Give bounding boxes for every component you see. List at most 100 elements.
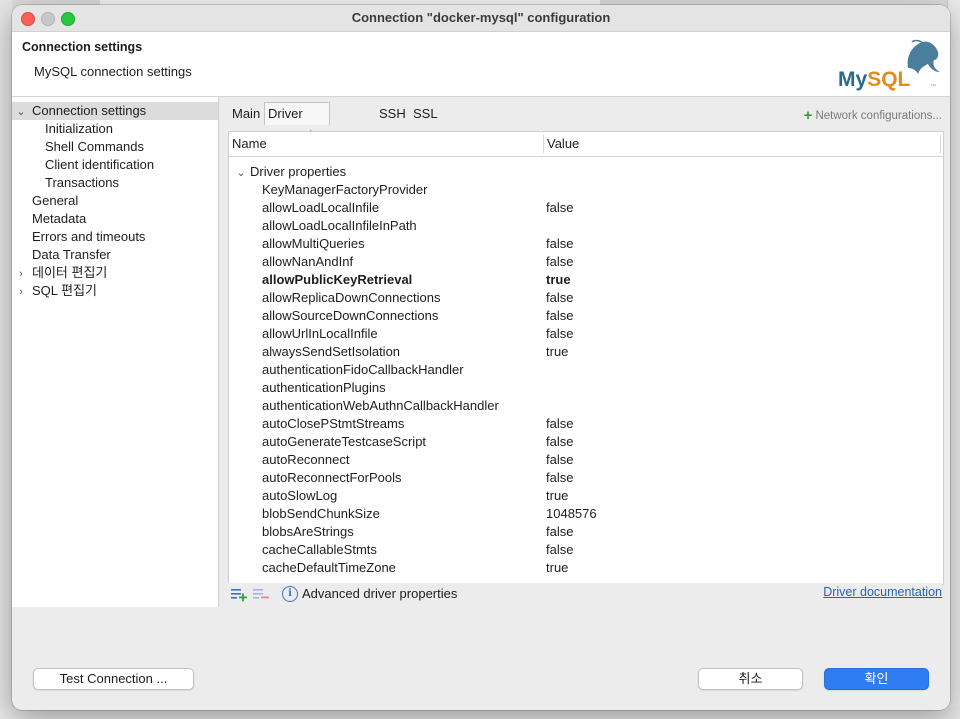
tab-ssh[interactable]: SSH <box>375 102 410 126</box>
table-row[interactable]: autoGenerateTestcaseScript false <box>229 433 943 451</box>
ok-button[interactable]: 확인 <box>824 668 929 690</box>
header-subtitle: MySQL connection settings <box>34 64 192 79</box>
property-value[interactable]: false <box>546 235 573 253</box>
driver-documentation-link[interactable]: Driver documentation <box>823 585 942 599</box>
chevron-down-icon[interactable]: ⌄ <box>15 103 27 121</box>
table-row[interactable]: autoSlowLog true <box>229 487 943 505</box>
table-row[interactable]: blobSendChunkSize 1048576 <box>229 505 943 523</box>
property-name: allowMultiQueries <box>262 236 365 251</box>
chevron-right-icon[interactable]: › <box>15 283 27 301</box>
property-value[interactable]: false <box>546 289 573 307</box>
connection-config-dialog: Connection "docker-mysql" configuration … <box>12 5 950 710</box>
column-divider[interactable] <box>543 135 544 153</box>
table-row[interactable]: authenticationPlugins <box>229 379 943 397</box>
chevron-right-icon[interactable]: › <box>15 265 27 283</box>
property-name: authenticationWebAuthnCallbackHandler <box>262 398 499 413</box>
group-label: Driver properties <box>250 164 347 179</box>
sidebar-item-sql-editor[interactable]: › SQL 편집기 <box>15 282 97 300</box>
mysql-logo-text: MySQL <box>838 68 911 91</box>
table-row[interactable]: allowLoadLocalInfileInPath <box>229 217 943 235</box>
test-connection-button[interactable]: Test Connection ... <box>33 668 194 690</box>
title-bar[interactable]: Connection "docker-mysql" configuration <box>12 5 950 32</box>
chevron-down-icon[interactable]: ⌄ <box>235 164 247 182</box>
group-row-driver-properties[interactable]: ⌄ Driver properties <box>229 163 943 181</box>
column-header-name[interactable]: Name <box>232 136 267 151</box>
property-value[interactable]: false <box>546 199 573 217</box>
background-app-left <box>0 0 12 719</box>
property-value[interactable]: false <box>546 307 573 325</box>
sidebar-item-data-editor[interactable]: › 데이터 편집기 <box>15 264 107 282</box>
sidebar-item-connection-settings[interactable]: ⌄ Connection settings <box>12 102 218 120</box>
column-divider[interactable] <box>940 135 941 153</box>
add-property-icon[interactable] <box>230 586 248 602</box>
table-row[interactable]: allowNanAndInf false <box>229 253 943 271</box>
remove-property-icon[interactable] <box>252 586 270 602</box>
property-value[interactable]: false <box>546 541 573 559</box>
table-row[interactable]: allowSourceDownConnections false <box>229 307 943 325</box>
mysql-logo-tm: ™ <box>930 83 936 90</box>
sidebar-item-client-identification[interactable]: Client identification <box>45 156 154 174</box>
property-name: cacheCallableStmts <box>262 542 377 557</box>
group-row-content: ⌄ Driver properties <box>235 163 346 181</box>
property-value[interactable]: true <box>546 487 568 505</box>
table-row[interactable]: KeyManagerFactoryProvider <box>229 181 943 199</box>
table-row[interactable]: authenticationFidoCallbackHandler <box>229 361 943 379</box>
settings-sidebar: ⌄ Connection settings Initialization Shel… <box>12 97 219 607</box>
dialog-title: Connection "docker-mysql" configuration <box>351 10 611 25</box>
table-row[interactable]: allowMultiQueries false <box>229 235 943 253</box>
property-value[interactable]: false <box>546 415 573 433</box>
network-configurations-link[interactable]: + Network configurations... <box>804 107 942 124</box>
property-value[interactable]: true <box>546 559 568 575</box>
property-value[interactable]: false <box>546 469 573 487</box>
property-name: allowUrlInLocalInfile <box>262 326 378 341</box>
sidebar-item-label: Connection settings <box>32 103 147 118</box>
cancel-button[interactable]: 취소 <box>698 668 803 690</box>
property-value[interactable]: 1048576 <box>546 505 597 523</box>
property-value[interactable]: false <box>546 433 573 451</box>
property-value[interactable]: false <box>546 451 573 469</box>
table-body: ⌄ Driver properties KeyManagerFactoryProv… <box>229 157 943 575</box>
table-row[interactable]: alwaysSendSetIsolation true <box>229 343 943 361</box>
table-row[interactable]: cacheDefaultTimeZone true <box>229 559 943 575</box>
sidebar-item-shell-commands[interactable]: Shell Commands <box>45 138 144 156</box>
sidebar-item-transactions[interactable]: Transactions <box>45 174 119 192</box>
property-name: autoReconnectForPools <box>262 470 402 485</box>
property-name: autoReconnect <box>262 452 350 467</box>
table-row[interactable]: allowUrlInLocalInfile false <box>229 325 943 343</box>
driver-properties-table: Name Value ⌄ Driver properties KeyManager… <box>228 131 944 585</box>
tab-driver-properties[interactable]: Driver properties <box>264 102 330 143</box>
sidebar-item-errors-timeouts[interactable]: Errors and timeouts <box>32 228 145 246</box>
table-row[interactable]: authenticationWebAuthnCallbackHandler <box>229 397 943 415</box>
table-row[interactable]: cacheCallableStmts false <box>229 541 943 559</box>
table-row[interactable]: allowPublicKeyRetrieval true <box>229 271 943 289</box>
property-value[interactable]: true <box>546 343 568 361</box>
advanced-driver-properties-label: Advanced driver properties <box>302 586 458 601</box>
property-name: blobSendChunkSize <box>262 506 380 521</box>
property-value[interactable]: false <box>546 325 573 343</box>
sidebar-item-data-transfer[interactable]: Data Transfer <box>32 246 111 264</box>
table-row[interactable]: allowLoadLocalInfile false <box>229 199 943 217</box>
table-row[interactable]: allowReplicaDownConnections false <box>229 289 943 307</box>
table-row[interactable]: blobsAreStrings false <box>229 523 943 541</box>
property-value[interactable]: false <box>546 523 573 541</box>
property-value[interactable]: true <box>546 271 571 289</box>
property-name: allowPublicKeyRetrieval <box>262 272 413 287</box>
sidebar-item-initialization[interactable]: Initialization <box>45 120 113 138</box>
dialog-header: Connection settings MySQL connection set… <box>12 32 950 97</box>
sidebar-item-metadata[interactable]: Metadata <box>32 210 86 228</box>
header-title: Connection settings <box>22 40 143 54</box>
tab-ssl[interactable]: SSL <box>409 102 442 126</box>
property-value[interactable]: false <box>546 253 573 271</box>
table-row[interactable]: autoReconnectForPools false <box>229 469 943 487</box>
table-row[interactable]: autoClosePStmtStreams false <box>229 415 943 433</box>
column-header-value[interactable]: Value <box>547 136 579 151</box>
tab-main[interactable]: Main <box>228 102 264 126</box>
sidebar-item-general[interactable]: General <box>32 192 78 210</box>
property-name: autoSlowLog <box>262 488 338 503</box>
network-configurations-label: Network configurations... <box>815 110 942 122</box>
property-name: alwaysSendSetIsolation <box>262 344 401 359</box>
property-name: allowLoadLocalInfileInPath <box>262 218 417 233</box>
table-row[interactable]: autoReconnect false <box>229 451 943 469</box>
property-name: autoGenerateTestcaseScript <box>262 434 427 449</box>
property-name: allowSourceDownConnections <box>262 308 439 323</box>
